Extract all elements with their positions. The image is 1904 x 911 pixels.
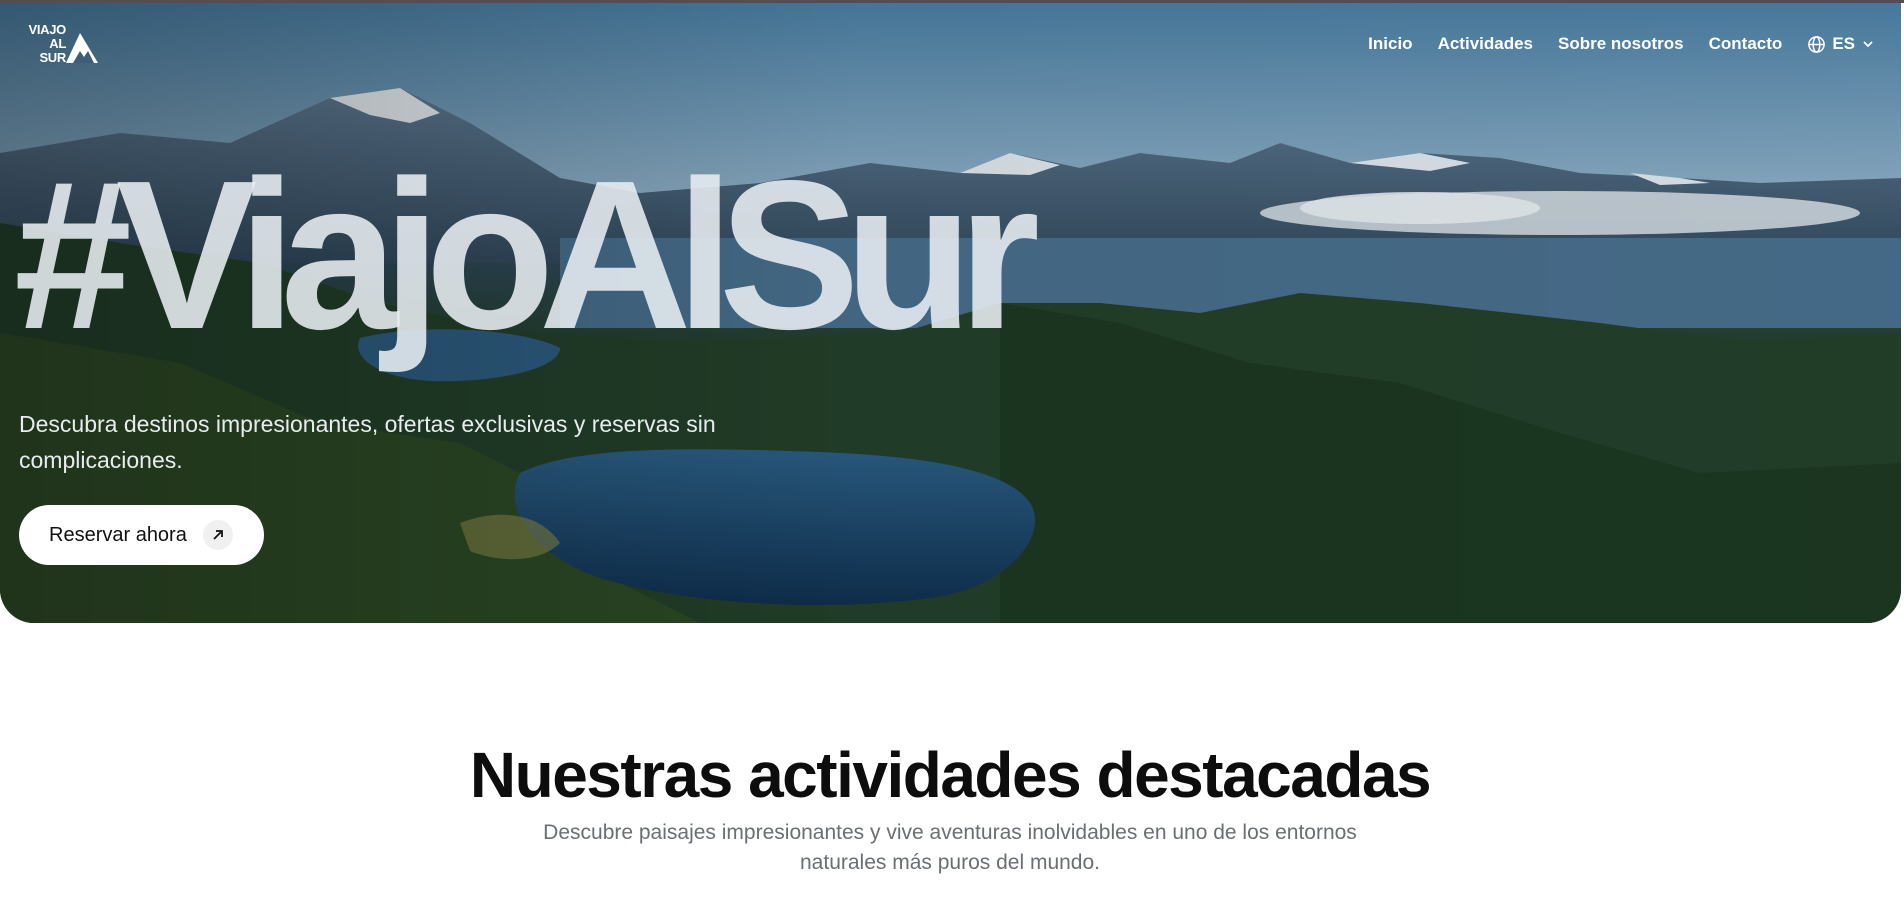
language-label: ES xyxy=(1832,34,1855,53)
section-title: Nuestras actividades destacadas xyxy=(469,739,1432,811)
mountain-logo-icon xyxy=(66,33,98,63)
main-navigation: Inicio Actividades Sobre nosotros Contac… xyxy=(1368,34,1875,54)
language-selector[interactable]: ES xyxy=(1807,34,1875,54)
globe-icon xyxy=(1808,35,1826,53)
hero-banner: VIAJO AL SUR Inicio Actividades Sobre no… xyxy=(0,3,1901,623)
logo-line-1: VIAJO xyxy=(28,22,66,37)
nav-link-inicio[interactable]: Inicio xyxy=(1368,34,1412,54)
hero-subtitle: Descubra destinos impresionantes, oferta… xyxy=(19,411,716,473)
logo-wordmark: VIAJO AL SUR xyxy=(18,23,66,65)
logo-line-3: SUR xyxy=(39,50,66,65)
nav-link-sobre-nosotros[interactable]: Sobre nosotros xyxy=(1558,34,1684,54)
hero-title: #ViajoAlSur xyxy=(14,136,1040,373)
logo-line-2: AL xyxy=(49,36,66,51)
reserve-now-label: Reservar ahora xyxy=(49,523,187,546)
arrow-up-right-icon xyxy=(202,520,233,550)
section-subtitle: Descubre paisajes impresionantes y vive … xyxy=(543,821,1357,874)
reserve-now-button[interactable]: Reservar ahora xyxy=(19,505,264,565)
brand-logo[interactable]: VIAJO AL SUR xyxy=(18,23,100,67)
nav-link-contacto[interactable]: Contacto xyxy=(1709,34,1783,54)
nav-link-actividades[interactable]: Actividades xyxy=(1438,34,1533,54)
chevron-down-icon xyxy=(1863,41,1873,48)
